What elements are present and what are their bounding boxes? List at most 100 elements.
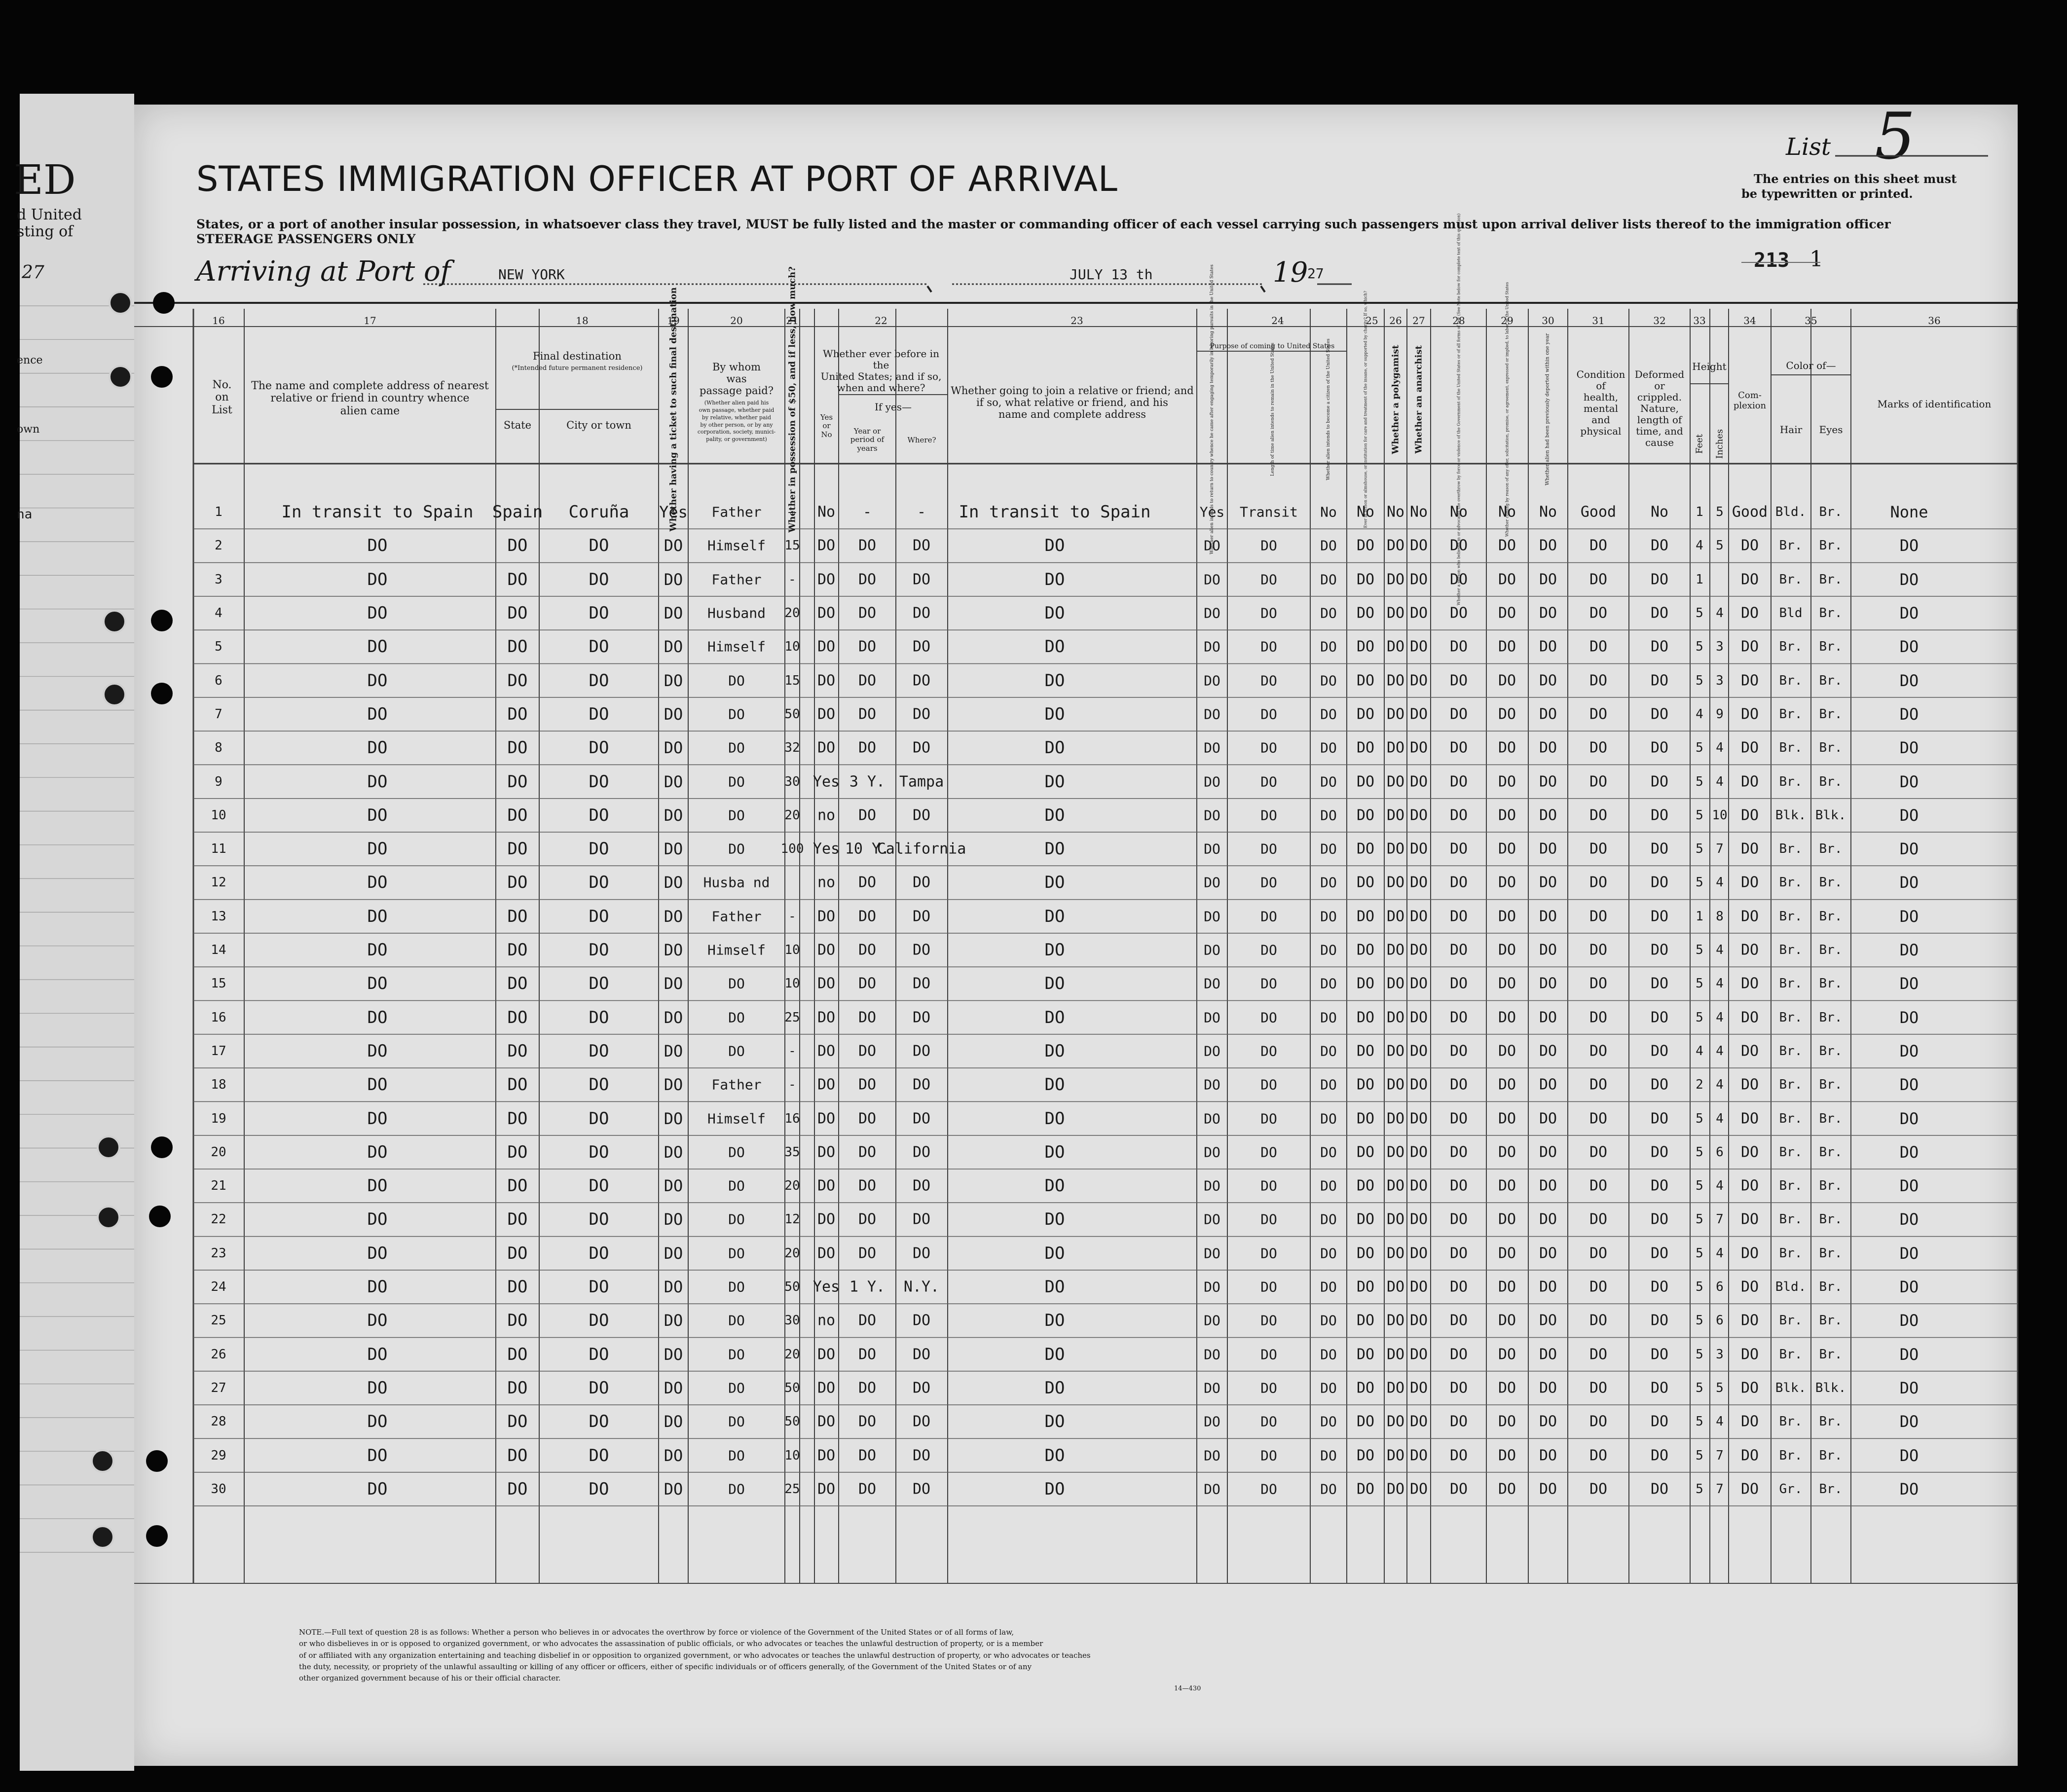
- cell-no: 2: [215, 538, 222, 553]
- cell-money: 35: [784, 1144, 800, 1160]
- cell-before: DO: [817, 1379, 836, 1397]
- cell-eyes: Br.: [1819, 639, 1843, 655]
- cell-state: DO: [507, 1007, 528, 1027]
- cell-hair: Br.: [1779, 909, 1803, 924]
- cell-citizen: DO: [1320, 975, 1337, 992]
- cell-polygamist: DO: [1386, 773, 1405, 791]
- cell-prison: DO: [1356, 705, 1375, 723]
- cell-money: 20: [784, 1178, 800, 1194]
- cell-return: DO: [1204, 571, 1220, 588]
- cell-eyes: Br.: [1819, 740, 1843, 756]
- cell-eyes: Blk.: [1815, 1380, 1846, 1395]
- cell-deported: DO: [1539, 941, 1557, 959]
- cell-length: DO: [1260, 1413, 1277, 1430]
- cell-years: 1 Y.: [849, 1278, 886, 1296]
- cell-hair: Br.: [1779, 1448, 1803, 1463]
- cell-state: DO: [507, 1445, 528, 1465]
- cell-state: DO: [507, 906, 528, 926]
- cell-no: 10: [211, 807, 226, 823]
- cell-inches: 7: [1716, 1448, 1724, 1463]
- cell-eyes: Br.: [1819, 1010, 1843, 1025]
- cell-no: 1: [215, 505, 222, 520]
- cell-marks: DO: [1899, 671, 1919, 690]
- cell-length: DO: [1260, 1312, 1277, 1329]
- cell-anarchist: DO: [1409, 1480, 1428, 1498]
- header-complexion: Com-plexion: [1733, 390, 1767, 411]
- cell-hair: Bld: [1779, 606, 1803, 621]
- cell-deformed: DO: [1650, 537, 1669, 554]
- cell-no: 8: [215, 740, 222, 756]
- cell-joining: DO: [1044, 1108, 1065, 1129]
- cell-citizen: DO: [1320, 1076, 1337, 1093]
- cell-city: DO: [589, 637, 609, 657]
- cell-return: DO: [1204, 1312, 1220, 1329]
- cell-hair: Br.: [1779, 673, 1803, 688]
- cell-before: DO: [817, 1210, 836, 1228]
- cell-ticket: DO: [664, 907, 683, 926]
- cell-complexion: DO: [1740, 1244, 1759, 1262]
- cell-years: DO: [858, 1480, 877, 1498]
- cell-deported: DO: [1539, 1413, 1557, 1430]
- cell-ticket: DO: [664, 570, 683, 589]
- cell-citizen: DO: [1320, 1110, 1337, 1127]
- cell-return: DO: [1204, 1447, 1220, 1464]
- cell-marks: DO: [1899, 840, 1919, 859]
- cell-paid-by: DO: [728, 841, 745, 857]
- cell-years: DO: [858, 1346, 877, 1363]
- cell-prison: DO: [1356, 1210, 1375, 1228]
- cell-ticket: DO: [664, 704, 683, 724]
- punch-hole: [151, 366, 173, 388]
- cell-where: -: [917, 503, 926, 521]
- cell-deformed: DO: [1650, 1143, 1669, 1161]
- cell-no: 28: [211, 1414, 226, 1429]
- header-prison: Ever in prison or almshouse, or institut…: [1363, 291, 1368, 528]
- cell-complexion: DO: [1740, 1110, 1759, 1128]
- header-money: Whether in possession of $50, and if les…: [787, 266, 798, 533]
- cell-deformed: DO: [1650, 908, 1669, 925]
- cell-polygamist: DO: [1386, 1177, 1405, 1195]
- cell-eyes: Br.: [1819, 706, 1843, 722]
- cell-polygamist: DO: [1386, 1009, 1405, 1026]
- cell-complexion: DO: [1740, 705, 1759, 723]
- cell-joining: DO: [1044, 1007, 1065, 1027]
- cell-city: DO: [589, 906, 609, 926]
- cell-citizen: DO: [1320, 1043, 1337, 1060]
- cell-eyes: Br.: [1819, 538, 1843, 553]
- cell-complexion: DO: [1740, 773, 1759, 791]
- cell-city: DO: [589, 873, 609, 893]
- cell-city: DO: [589, 569, 609, 589]
- cell-joining: DO: [1044, 1209, 1065, 1230]
- cell-joining: DO: [1044, 1176, 1065, 1196]
- cell-eyes: Br.: [1819, 572, 1843, 587]
- cell-hair: Br.: [1779, 875, 1803, 890]
- cell-money: 20: [784, 1245, 800, 1261]
- cell-where: DO: [912, 571, 931, 588]
- cell-prison: DO: [1356, 1346, 1375, 1363]
- cell-prison: DO: [1356, 1076, 1375, 1094]
- cell-paid-by: DO: [728, 1177, 745, 1194]
- column-number: 18: [576, 315, 589, 327]
- cell-complexion: DO: [1740, 1210, 1759, 1228]
- cell-joining: In transit to Spain: [959, 502, 1151, 522]
- cell-overthrow: DO: [1449, 1177, 1468, 1195]
- cell-deported: DO: [1539, 1480, 1557, 1498]
- cell-prison: DO: [1356, 604, 1375, 622]
- cell-state: DO: [507, 1479, 528, 1499]
- cell-city: DO: [589, 1108, 609, 1129]
- punch-hole: [103, 683, 126, 706]
- cell-no: 5: [215, 639, 222, 655]
- cell-state: DO: [507, 873, 528, 893]
- punch-hole: [109, 291, 132, 315]
- cell-offer: DO: [1498, 1009, 1516, 1026]
- cell-no: 16: [211, 1010, 226, 1025]
- cell-deported: DO: [1539, 806, 1557, 824]
- cell-money: 30: [784, 774, 800, 789]
- cell-ticket: DO: [664, 1142, 683, 1162]
- cell-return: DO: [1204, 874, 1220, 891]
- cell-paid-by: DO: [728, 1380, 745, 1396]
- cell-relative: DO: [367, 940, 388, 960]
- cell-eyes: Br.: [1819, 1280, 1843, 1295]
- cell-before: DO: [817, 1143, 836, 1161]
- cell-hair: Gr.: [1779, 1481, 1803, 1497]
- cell-no: 3: [215, 572, 222, 587]
